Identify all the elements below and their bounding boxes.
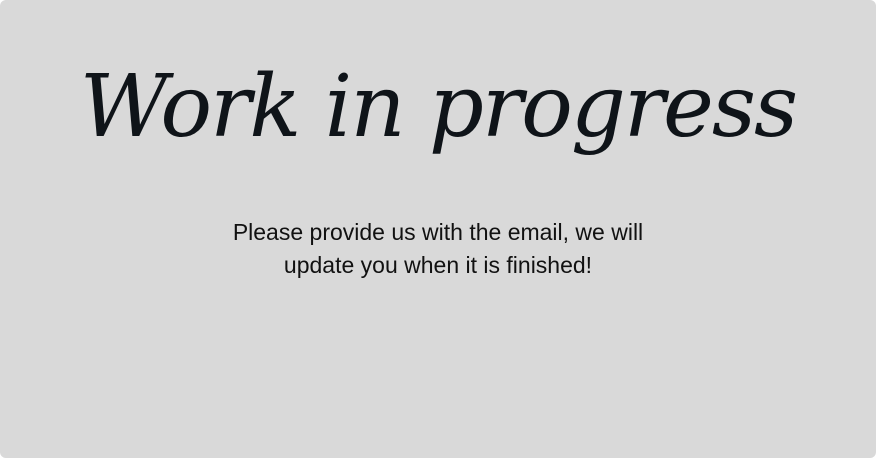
email-request-message: Please provide us with the email, we wil…	[188, 216, 688, 282]
page-title: Work in progress	[79, 57, 798, 157]
message-line-1: Please provide us with the email, we wil…	[232, 219, 644, 245]
work-in-progress-card: Work in progress Please provide us with …	[0, 0, 876, 458]
message-line-2: update you when it is finished!	[283, 252, 593, 278]
